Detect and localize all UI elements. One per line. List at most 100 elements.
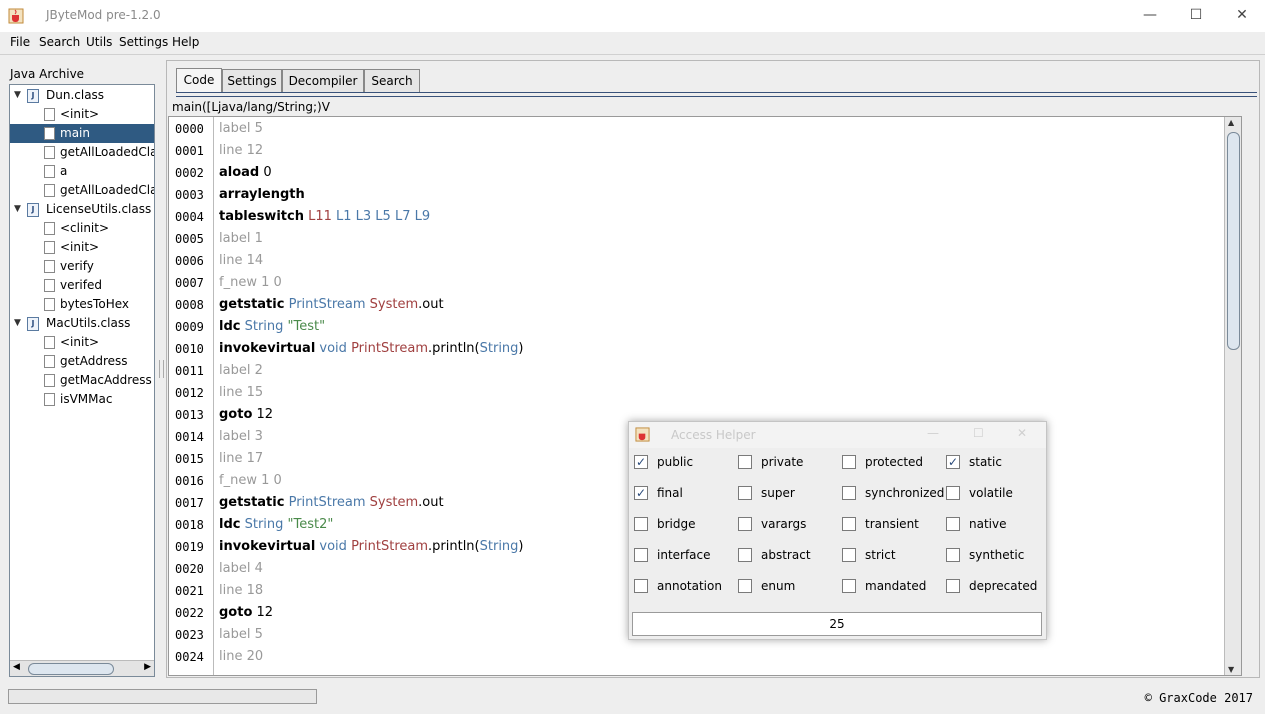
access-flag-checkbox[interactable]: ✓ public: [634, 452, 693, 472]
tree-method-node[interactable]: <init>: [10, 238, 154, 257]
tree-method-node[interactable]: getAllLoadedClasses: [10, 181, 154, 200]
class-tree[interactable]: ▼ J Dun.class <init> main getAllLoadedClasses…: [9, 84, 155, 677]
checkbox-box[interactable]: [842, 517, 856, 531]
instruction-row[interactable]: 0010 invokevirtual void PrintStream.print…: [169, 338, 1229, 360]
dialog-minimize-button[interactable]: —: [927, 426, 939, 440]
checkbox-box[interactable]: [842, 579, 856, 593]
checkbox-box[interactable]: [946, 548, 960, 562]
expand-toggle-icon[interactable]: ▼: [14, 200, 21, 219]
checkbox-box[interactable]: [738, 548, 752, 562]
instruction-row[interactable]: 0007 f_new 1 0: [169, 272, 1229, 294]
tree-method-node[interactable]: bytesToHex: [10, 295, 154, 314]
access-flag-checkbox[interactable]: synthetic: [946, 545, 1024, 565]
instruction-row[interactable]: 0011 label 2: [169, 360, 1229, 382]
checkbox-box[interactable]: [738, 517, 752, 531]
tree-method-node[interactable]: <init>: [10, 333, 154, 352]
instruction-row[interactable]: 0012 line 15: [169, 382, 1229, 404]
instruction-row[interactable]: 0024 line 20: [169, 646, 1229, 668]
tab-search[interactable]: Search: [364, 69, 420, 92]
code-vertical-scrollbar[interactable]: ▲ ▼: [1224, 117, 1241, 675]
scroll-left-icon[interactable]: ◀: [13, 662, 20, 672]
checkbox-box[interactable]: [842, 548, 856, 562]
access-flag-checkbox[interactable]: super: [738, 483, 795, 503]
access-flag-checkbox[interactable]: deprecated: [946, 576, 1037, 596]
maximize-button[interactable]: ☐: [1173, 0, 1219, 30]
expand-toggle-icon[interactable]: ▼: [14, 86, 21, 105]
tab-settings[interactable]: Settings: [222, 69, 282, 92]
checkbox-box[interactable]: [842, 486, 856, 500]
access-flag-checkbox[interactable]: bridge: [634, 514, 696, 534]
access-flag-checkbox[interactable]: native: [946, 514, 1006, 534]
checkbox-box[interactable]: [738, 579, 752, 593]
expand-toggle-icon[interactable]: ▼: [14, 314, 21, 333]
tree-method-node[interactable]: verifed: [10, 276, 154, 295]
tree-scroll-thumb[interactable]: [28, 663, 114, 675]
checkbox-box[interactable]: [634, 548, 648, 562]
access-flag-checkbox[interactable]: synchronized: [842, 483, 944, 503]
tree-method-node[interactable]: <init>: [10, 105, 154, 124]
tree-class-node[interactable]: ▼ J LicenseUtils.class: [10, 200, 154, 219]
checkmark-icon[interactable]: ✓: [634, 486, 648, 500]
code-scroll-thumb[interactable]: [1227, 132, 1240, 350]
checkbox-box[interactable]: [842, 455, 856, 469]
access-flag-checkbox[interactable]: ✓ static: [946, 452, 1002, 472]
access-value-field[interactable]: 25: [632, 612, 1042, 636]
tree-method-node[interactable]: a: [10, 162, 154, 181]
tab-decompiler[interactable]: Decompiler: [282, 69, 364, 92]
tree-horizontal-scrollbar[interactable]: ◀ ▶: [10, 660, 154, 676]
menu-settings[interactable]: Settings: [119, 35, 168, 49]
instruction-row[interactable]: 0008 getstatic PrintStream System.out: [169, 294, 1229, 316]
access-flag-checkbox[interactable]: ✓ final: [634, 483, 683, 503]
split-pane-divider[interactable]: [159, 360, 164, 378]
instruction-row[interactable]: 0009 ldc String "Test": [169, 316, 1229, 338]
access-flag-checkbox[interactable]: annotation: [634, 576, 722, 596]
access-flag-checkbox[interactable]: varargs: [738, 514, 806, 534]
checkbox-box[interactable]: [946, 579, 960, 593]
access-flag-checkbox[interactable]: protected: [842, 452, 923, 472]
checkbox-box[interactable]: [738, 486, 752, 500]
access-flag-checkbox[interactable]: transient: [842, 514, 919, 534]
scroll-up-icon[interactable]: ▲: [1228, 118, 1234, 127]
checkbox-box[interactable]: [946, 517, 960, 531]
instruction-row[interactable]: 0006 line 14: [169, 250, 1229, 272]
menu-file[interactable]: File: [10, 35, 30, 49]
checkbox-box[interactable]: [738, 455, 752, 469]
tab-code[interactable]: Code: [176, 68, 222, 93]
dialog-maximize-button[interactable]: ☐: [973, 426, 984, 440]
checkmark-icon[interactable]: ✓: [946, 455, 960, 469]
access-flag-checkbox[interactable]: interface: [634, 545, 711, 565]
instruction-row[interactable]: 0000 label 5: [169, 118, 1229, 140]
checkbox-box[interactable]: [946, 486, 960, 500]
access-flag-checkbox[interactable]: volatile: [946, 483, 1013, 503]
scroll-down-icon[interactable]: ▼: [1228, 665, 1234, 674]
checkbox-box[interactable]: [634, 517, 648, 531]
checkmark-icon[interactable]: ✓: [634, 455, 648, 469]
checkbox-box[interactable]: [634, 579, 648, 593]
tree-method-node[interactable]: isVMMac: [10, 390, 154, 409]
access-flag-checkbox[interactable]: mandated: [842, 576, 926, 596]
tree-class-node[interactable]: ▼ J MacUtils.class: [10, 314, 154, 333]
instruction-row[interactable]: 0004 tableswitch L11 L1 L3 L5 L7 L9: [169, 206, 1229, 228]
menu-search[interactable]: Search: [39, 35, 80, 49]
instruction-row[interactable]: 0001 line 12: [169, 140, 1229, 162]
tree-method-node[interactable]: main: [10, 124, 154, 143]
instruction-row[interactable]: 0002 aload 0: [169, 162, 1229, 184]
close-button[interactable]: ✕: [1219, 0, 1265, 30]
menu-help[interactable]: Help: [172, 35, 199, 49]
access-flag-checkbox[interactable]: strict: [842, 545, 896, 565]
access-flag-checkbox[interactable]: enum: [738, 576, 795, 596]
access-flag-checkbox[interactable]: private: [738, 452, 803, 472]
tree-method-node[interactable]: getAllLoadedClasses: [10, 143, 154, 162]
dialog-close-button[interactable]: ✕: [1017, 426, 1027, 440]
instruction-row[interactable]: 0003 arraylength: [169, 184, 1229, 206]
tree-method-node[interactable]: <clinit>: [10, 219, 154, 238]
tree-class-node[interactable]: ▼ J Dun.class: [10, 86, 154, 105]
access-flag-checkbox[interactable]: abstract: [738, 545, 811, 565]
scroll-right-icon[interactable]: ▶: [144, 662, 151, 672]
minimize-button[interactable]: —: [1127, 0, 1173, 30]
dialog-title-bar[interactable]: Access Helper — ☐ ✕: [629, 422, 1046, 448]
tree-method-node[interactable]: getMacAddress: [10, 371, 154, 390]
menu-utils[interactable]: Utils: [86, 35, 112, 49]
instruction-row[interactable]: 0005 label 1: [169, 228, 1229, 250]
tree-method-node[interactable]: getAddress: [10, 352, 154, 371]
